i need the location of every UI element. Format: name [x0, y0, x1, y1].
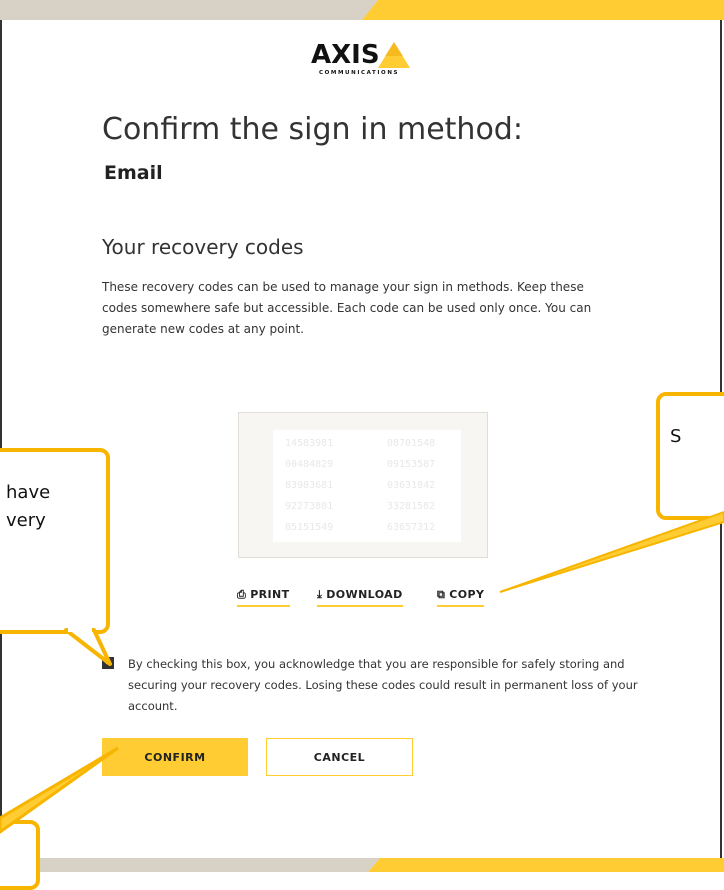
printer-icon: ⎙ [237, 588, 247, 601]
recovery-codes-box: 14583981 08701548 00484829 09153587 8398… [238, 412, 488, 558]
download-icon: ⤓ [317, 588, 323, 601]
recovery-code: 09153587 [387, 459, 436, 470]
recovery-codes-list: 14583981 08701548 00484829 09153587 8398… [273, 430, 461, 542]
bottom-decorative-stripe [0, 858, 724, 872]
axis-logo: AXIS COMMUNICATIONS [311, 40, 413, 80]
recovery-codes-description: These recovery codes can be used to mana… [102, 280, 592, 336]
acknowledge-text: By checking this box, you acknowledge th… [128, 657, 638, 713]
callout-left: have very [0, 448, 110, 634]
recovery-code: 83983681 [285, 480, 334, 491]
recovery-code: 00484829 [285, 459, 334, 470]
callout-right: S [656, 392, 724, 520]
callout-left-line1: have [6, 482, 51, 503]
recovery-code: 08701548 [387, 438, 436, 449]
copy-button[interactable]: ⧉ COPY [437, 588, 485, 607]
cancel-button[interactable]: CANCEL [266, 738, 413, 776]
download-button[interactable]: ⤓ DOWNLOAD [317, 588, 403, 607]
logo-subtext: COMMUNICATIONS [319, 70, 400, 76]
callout-bottom [0, 820, 40, 890]
recovery-code: 92273801 [285, 501, 334, 512]
print-label: PRINT [250, 588, 290, 601]
logo-triangle-icon [378, 42, 410, 68]
page-title: Confirm the sign in method: [102, 112, 523, 147]
recovery-code: 85151549 [285, 522, 334, 533]
logo-brand-text: AXIS [311, 40, 380, 70]
confirm-button[interactable]: CONFIRM [102, 738, 248, 776]
copy-label: COPY [449, 588, 485, 601]
recovery-code: 14583981 [285, 438, 334, 449]
recovery-code: 33281582 [387, 501, 436, 512]
download-label: DOWNLOAD [326, 588, 403, 601]
recovery-codes-heading: Your recovery codes [102, 235, 304, 259]
recovery-code: 63657312 [387, 522, 436, 533]
sign-in-method: Email [104, 162, 163, 184]
callout-left-line2: very [6, 510, 46, 531]
acknowledge-checkbox[interactable]: ✓ [102, 657, 114, 669]
recovery-code: 03631842 [387, 480, 436, 491]
print-button[interactable]: ⎙ PRINT [237, 588, 290, 607]
callout-right-line1: S [670, 426, 682, 447]
copy-icon: ⧉ [437, 588, 446, 601]
